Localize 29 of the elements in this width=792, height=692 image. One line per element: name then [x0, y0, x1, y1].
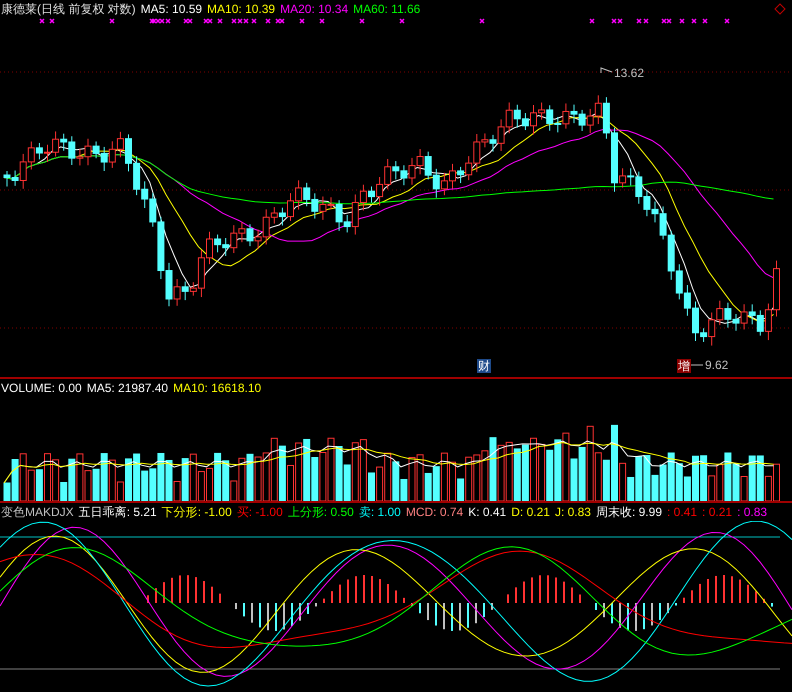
- indicator-value: MA10: 10.39: [207, 2, 276, 16]
- high-price-label: 13.62: [614, 66, 644, 80]
- indicator-value: 五日乖离: 5.21: [78, 504, 157, 519]
- indicator-value: J: 0.83: [554, 504, 591, 519]
- indicator-value: 买: -1.00: [236, 504, 283, 519]
- indicator-value: 下分形: -1.00: [162, 504, 232, 519]
- indicator-value: MA20: 10.34: [280, 2, 348, 16]
- event-badge[interactable]: 财: [477, 359, 491, 373]
- indicator-value: MA5: 21987.40: [86, 381, 168, 395]
- low-price-label: 9.62: [705, 358, 728, 372]
- high-price-leader-line: [600, 67, 612, 74]
- indicator-value: : 0.21: [702, 504, 732, 519]
- low-price-leader-line: [690, 364, 704, 366]
- chart-title: 康德莱(日线 前复权 对数): [1, 2, 136, 16]
- indicator-value: : 0.83: [737, 504, 768, 519]
- indicator-value: D: 0.21: [511, 504, 550, 519]
- indicator-value: MA10: 16618.10: [173, 381, 262, 395]
- diamond-icon[interactable]: [774, 3, 786, 15]
- indicator-value: 卖: 1.00: [358, 504, 401, 519]
- indicator-value: MA60: 11.66: [353, 2, 420, 16]
- indicator-value: 周末收: 9.99: [596, 504, 662, 519]
- indicator-value: K: 0.41: [468, 504, 506, 519]
- indicator-value: 变色MAKDJX: [1, 504, 74, 519]
- indicator-value: MCD: 0.74: [406, 504, 464, 519]
- indicator-value: : 0.41: [667, 504, 698, 519]
- indicator-value: MA5: 10.59: [140, 2, 202, 16]
- event-badge[interactable]: 增: [677, 359, 691, 373]
- indicator-value: VOLUME: 0.00: [1, 381, 82, 395]
- indicator-value: 上分形: 0.50: [288, 504, 354, 519]
